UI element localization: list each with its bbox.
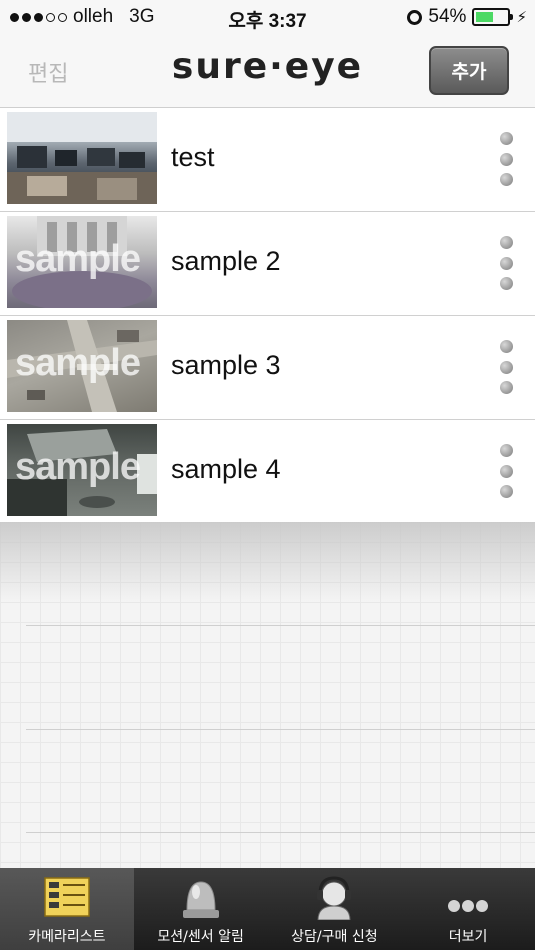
camera-list: test sample sample 2 sample sample 3 sam… (0, 108, 535, 524)
divider (26, 729, 535, 730)
camera-name: sample 4 (171, 454, 281, 484)
tab-label: 카메라리스트 (28, 929, 106, 945)
battery-percent: 54% (428, 6, 467, 27)
siren-icon (177, 874, 225, 920)
camera-thumbnail: sample (7, 424, 157, 516)
camera-thumbnail (7, 112, 157, 204)
tab-consult-purchase[interactable]: 상담/구매 신청 (268, 868, 402, 950)
battery-icon (472, 8, 514, 26)
camera-name: test (171, 142, 215, 172)
divider (26, 625, 535, 626)
menu-dot-icon (499, 464, 513, 478)
status-right: 54% ⚡ (407, 6, 527, 28)
divider (26, 832, 535, 833)
menu-dot-icon (499, 132, 513, 145)
nav-bar: 편집 sure·eye 추가 (0, 36, 535, 108)
tab-label: 상담/구매 신청 (291, 929, 378, 945)
camera-thumbnail: sample (7, 320, 157, 412)
tab-more[interactable]: 더보기 (401, 868, 535, 950)
camera-name: sample 2 (171, 246, 281, 276)
menu-dot-icon (499, 340, 513, 353)
tab-label: 더보기 (448, 929, 488, 945)
more-dots-icon (444, 874, 492, 920)
thumbnail-watermark: sample (15, 446, 141, 488)
empty-list-area (0, 522, 535, 868)
charging-icon: ⚡ (516, 9, 527, 26)
alarm-icon (407, 9, 423, 25)
status-bar: olleh 3G 오후 3:37 54% ⚡ (0, 0, 535, 36)
row-menu-button[interactable] (498, 236, 514, 290)
thumbnail-watermark: sample (15, 238, 141, 280)
menu-dot-icon (499, 444, 513, 457)
menu-dot-icon (499, 173, 513, 186)
add-camera-button[interactable]: 추가 (429, 46, 509, 95)
menu-dot-icon (499, 360, 513, 374)
row-menu-button[interactable] (498, 340, 514, 394)
tab-label: 모션/센서 알림 (157, 929, 244, 945)
row-menu-button[interactable] (498, 444, 514, 498)
tab-camera-list[interactable]: 카메라리스트 (0, 868, 134, 950)
camera-name: sample 3 (171, 350, 281, 380)
headset-agent-icon (310, 874, 358, 921)
menu-dot-icon (499, 277, 513, 290)
camera-row[interactable]: sample sample 3 (0, 316, 535, 420)
camera-row[interactable]: sample sample 4 (0, 420, 535, 524)
camera-row[interactable]: test (0, 108, 535, 212)
menu-dot-icon (499, 152, 513, 166)
thumbnail-watermark: sample (15, 342, 141, 384)
menu-dot-icon (499, 236, 513, 249)
office-scene-image (7, 112, 157, 204)
tab-motion-sensor-alert[interactable]: 모션/센서 알림 (134, 868, 268, 950)
tab-bar: 카메라리스트 모션/센서 알림 상담/구매 신청 더보기 (0, 868, 535, 950)
menu-dot-icon (499, 485, 513, 498)
row-menu-button[interactable] (498, 132, 514, 186)
menu-dot-icon (499, 256, 513, 270)
menu-dot-icon (499, 381, 513, 394)
camera-list-icon (43, 874, 91, 920)
camera-thumbnail: sample (7, 216, 157, 308)
camera-row[interactable]: sample sample 2 (0, 212, 535, 316)
